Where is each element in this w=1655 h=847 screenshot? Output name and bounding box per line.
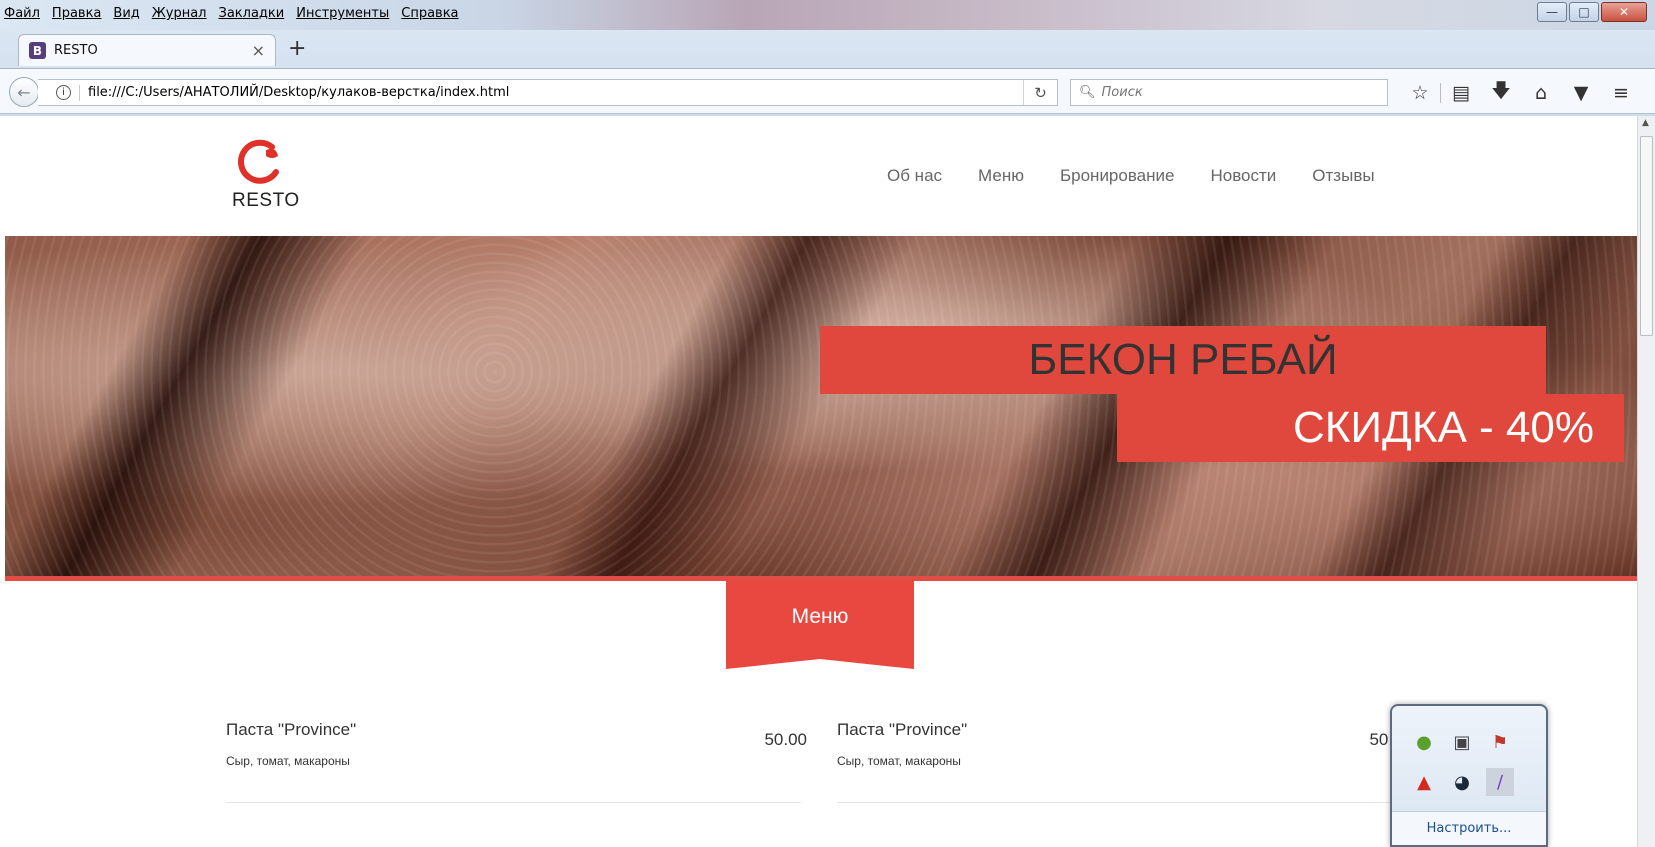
nav-about[interactable]: Об нас	[887, 166, 942, 186]
menu-item-desc: Сыр, томат, макароны	[226, 754, 350, 768]
site-logo[interactable]: RESTO	[232, 138, 302, 218]
menu-bar: Файл Правка Вид Журнал Закладки Инструме…	[4, 6, 459, 21]
close-window-button[interactable]: ✕	[1601, 2, 1647, 22]
close-icon: ✕	[1618, 5, 1630, 19]
reload-icon: ↻	[1034, 83, 1047, 102]
warning-icon[interactable]: ▲	[1410, 768, 1438, 796]
pocket-icon[interactable]: ▼	[1561, 81, 1601, 105]
browser-chrome: Файл Правка Вид Журнал Закладки Инструме…	[0, 0, 1655, 116]
promo-sale: СКИДКА - 40%	[1117, 394, 1624, 462]
title-bar: Файл Правка Вид Журнал Закладки Инструме…	[0, 0, 1655, 30]
menu-help[interactable]: Справка	[401, 6, 458, 21]
info-icon[interactable]: i	[56, 85, 71, 100]
toolbar-icons: ☆ ▤ 🡇 ⌂ ▼ ≡	[1400, 80, 1641, 105]
menu-section-ribbon: Меню	[726, 581, 914, 669]
nav-booking[interactable]: Бронирование	[1060, 166, 1175, 186]
menu-tools[interactable]: Инструменты	[296, 6, 389, 21]
menu-section-title: Меню	[791, 605, 849, 628]
address-bar[interactable]: i file:///C:/Users/АНАТОЛИЙ/Desktop/кула…	[38, 79, 1058, 106]
url-text[interactable]: file:///C:/Users/АНАТОЛИЙ/Desktop/кулако…	[88, 85, 1023, 100]
hamburger-menu-icon[interactable]: ≡	[1601, 81, 1641, 105]
search-input[interactable]	[1101, 85, 1372, 100]
promo-title: БЕКОН РЕБАЙ	[820, 326, 1546, 394]
search-icon: 🔍︎	[1079, 85, 1096, 100]
tray-icon-grid: ● ▣ ⚑ ▲ ◕ ∕	[1410, 728, 1524, 796]
reading-list-icon[interactable]: ▤	[1441, 81, 1481, 105]
reload-button[interactable]: ↻	[1023, 80, 1057, 105]
menu-item-divider	[226, 802, 801, 803]
browser-tab[interactable]: B RESTO ×	[18, 34, 276, 66]
logo-mark-icon	[238, 139, 279, 184]
usb-device-icon[interactable]: ▣	[1448, 728, 1476, 756]
logo-text: RESTO	[232, 190, 300, 211]
tray-overflow-popup: ● ▣ ⚑ ▲ ◕ ∕ Настроить...	[1390, 704, 1548, 847]
menu-bookmarks[interactable]: Закладки	[219, 6, 285, 21]
vertical-scrollbar[interactable]: ▲	[1637, 116, 1655, 847]
menu-item-price: 50.00	[764, 730, 807, 749]
download-icon[interactable]: 🡇	[1481, 80, 1521, 105]
nav-menu[interactable]: Меню	[978, 166, 1024, 186]
scroll-thumb[interactable]	[1640, 136, 1653, 336]
nav-reviews[interactable]: Отзывы	[1312, 166, 1374, 186]
menu-view[interactable]: Вид	[113, 6, 139, 21]
tab-close-icon[interactable]: ×	[252, 41, 265, 60]
bookmark-star-icon[interactable]: ☆	[1400, 81, 1440, 105]
menu-history[interactable]: Журнал	[152, 6, 207, 21]
site-nav: Об нас Меню Бронирование Новости Отзывы	[887, 166, 1375, 186]
menu-item-name: Паста "Province"	[837, 720, 968, 739]
scroll-up-arrow-icon[interactable]: ▲	[1642, 118, 1649, 128]
url-separator	[79, 84, 80, 101]
maximize-button[interactable]: □	[1569, 2, 1599, 22]
minimize-icon: —	[1546, 5, 1558, 19]
bootstrap-favicon-icon: B	[29, 42, 46, 59]
menu-edit[interactable]: Правка	[52, 6, 101, 21]
action-center-flag-icon[interactable]: ⚑	[1486, 728, 1514, 756]
window-controls: — □ ✕	[1537, 2, 1647, 22]
customize-link[interactable]: Настроить...	[1392, 811, 1546, 845]
new-tab-button[interactable]: +	[288, 36, 306, 61]
maximize-icon: □	[1578, 5, 1590, 19]
tab-title: RESTO	[54, 43, 98, 58]
menu-item-desc: Сыр, томат, макароны	[837, 754, 961, 768]
navigation-toolbar: ← i file:///C:/Users/АНАТОЛИЙ/Desktop/ку…	[0, 68, 1655, 114]
search-bar[interactable]: 🔍︎	[1070, 79, 1388, 106]
home-icon[interactable]: ⌂	[1521, 81, 1561, 105]
back-arrow-icon: ←	[17, 82, 31, 102]
pen-tablet-icon[interactable]: ∕	[1486, 768, 1514, 796]
evernote-icon[interactable]: ●	[1410, 728, 1438, 756]
menu-file[interactable]: Файл	[4, 6, 40, 21]
nav-news[interactable]: Новости	[1210, 166, 1276, 186]
back-button[interactable]: ←	[9, 77, 39, 107]
menu-item-divider	[837, 802, 1412, 803]
steam-icon[interactable]: ◕	[1448, 768, 1476, 796]
minimize-button[interactable]: —	[1537, 2, 1567, 22]
menu-item-name: Паста "Province"	[226, 720, 357, 739]
site-header: RESTO Об нас Меню Бронирование Новости О…	[0, 116, 1637, 236]
